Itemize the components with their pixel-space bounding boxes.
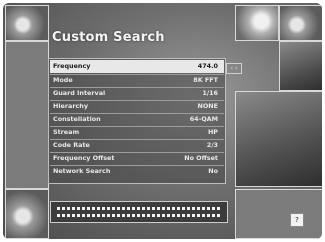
tv-screen: Custom Search Frequency 474.0 Mode 8K FF…	[0, 0, 325, 242]
menu-row-stream[interactable]: Stream HP	[50, 126, 224, 139]
menu-row-code-rate[interactable]: Code Rate 2/3	[50, 139, 224, 152]
menu-row-value: HP	[207, 128, 218, 136]
decorative-tile-right-2	[235, 91, 322, 187]
menu-row-value: NONE	[197, 102, 219, 110]
progress-segment-top	[57, 207, 221, 210]
help-icon[interactable]: ?	[290, 213, 304, 227]
menu-row-label: Frequency Offset	[53, 154, 115, 162]
progress-segment-bottom	[57, 214, 221, 217]
signal-progress-bar	[50, 201, 228, 223]
menu-row-guard-interval[interactable]: Guard Interval 1/16	[50, 87, 224, 100]
left-right-arrow-icon[interactable]: ‹ ›	[226, 63, 242, 74]
menu-row-label: Frequency	[53, 62, 91, 70]
menu-row-value: 2/3	[206, 141, 218, 149]
decorative-tile-left	[5, 41, 49, 189]
decorative-tile-top-right-1	[235, 5, 279, 41]
menu-row-hierarchy[interactable]: Hierarchy NONE	[50, 100, 224, 113]
menu-row-label: Code Rate	[53, 141, 90, 149]
menu-row-value: 64-QAM	[189, 115, 218, 123]
menu-row-label: Network Search	[53, 167, 111, 175]
decorative-tile-right-1	[279, 41, 322, 91]
menu-row-label: Mode	[53, 76, 73, 84]
menu-row-value: No Offset	[184, 154, 218, 162]
menu-row-value: 1/16	[202, 89, 218, 97]
menu-row-frequency[interactable]: Frequency 474.0	[50, 60, 224, 73]
menu-row-network-search[interactable]: Network Search No	[50, 165, 224, 178]
menu-row-value: No	[208, 167, 218, 175]
menu-row-label: Guard Interval	[53, 89, 106, 97]
menu-row-constellation[interactable]: Constellation 64-QAM	[50, 113, 224, 126]
decorative-tile-bottom-right	[235, 189, 322, 239]
menu-row-label: Hierarchy	[53, 102, 88, 110]
decorative-tile-bottom-left	[5, 189, 49, 239]
menu-row-value: 8K FFT	[193, 76, 218, 84]
menu-row-label: Constellation	[53, 115, 101, 123]
menu-row-label: Stream	[53, 128, 80, 136]
menu-row-mode[interactable]: Mode 8K FFT	[50, 74, 224, 87]
page-title: Custom Search	[52, 30, 165, 45]
menu-row-value: 474.0	[197, 62, 218, 70]
custom-search-menu: Frequency 474.0 Mode 8K FFT Guard Interv…	[48, 58, 226, 184]
menu-row-frequency-offset[interactable]: Frequency Offset No Offset	[50, 152, 224, 165]
decorative-tile-top-right-2	[279, 5, 322, 41]
decorative-tile-top-left	[5, 5, 49, 41]
